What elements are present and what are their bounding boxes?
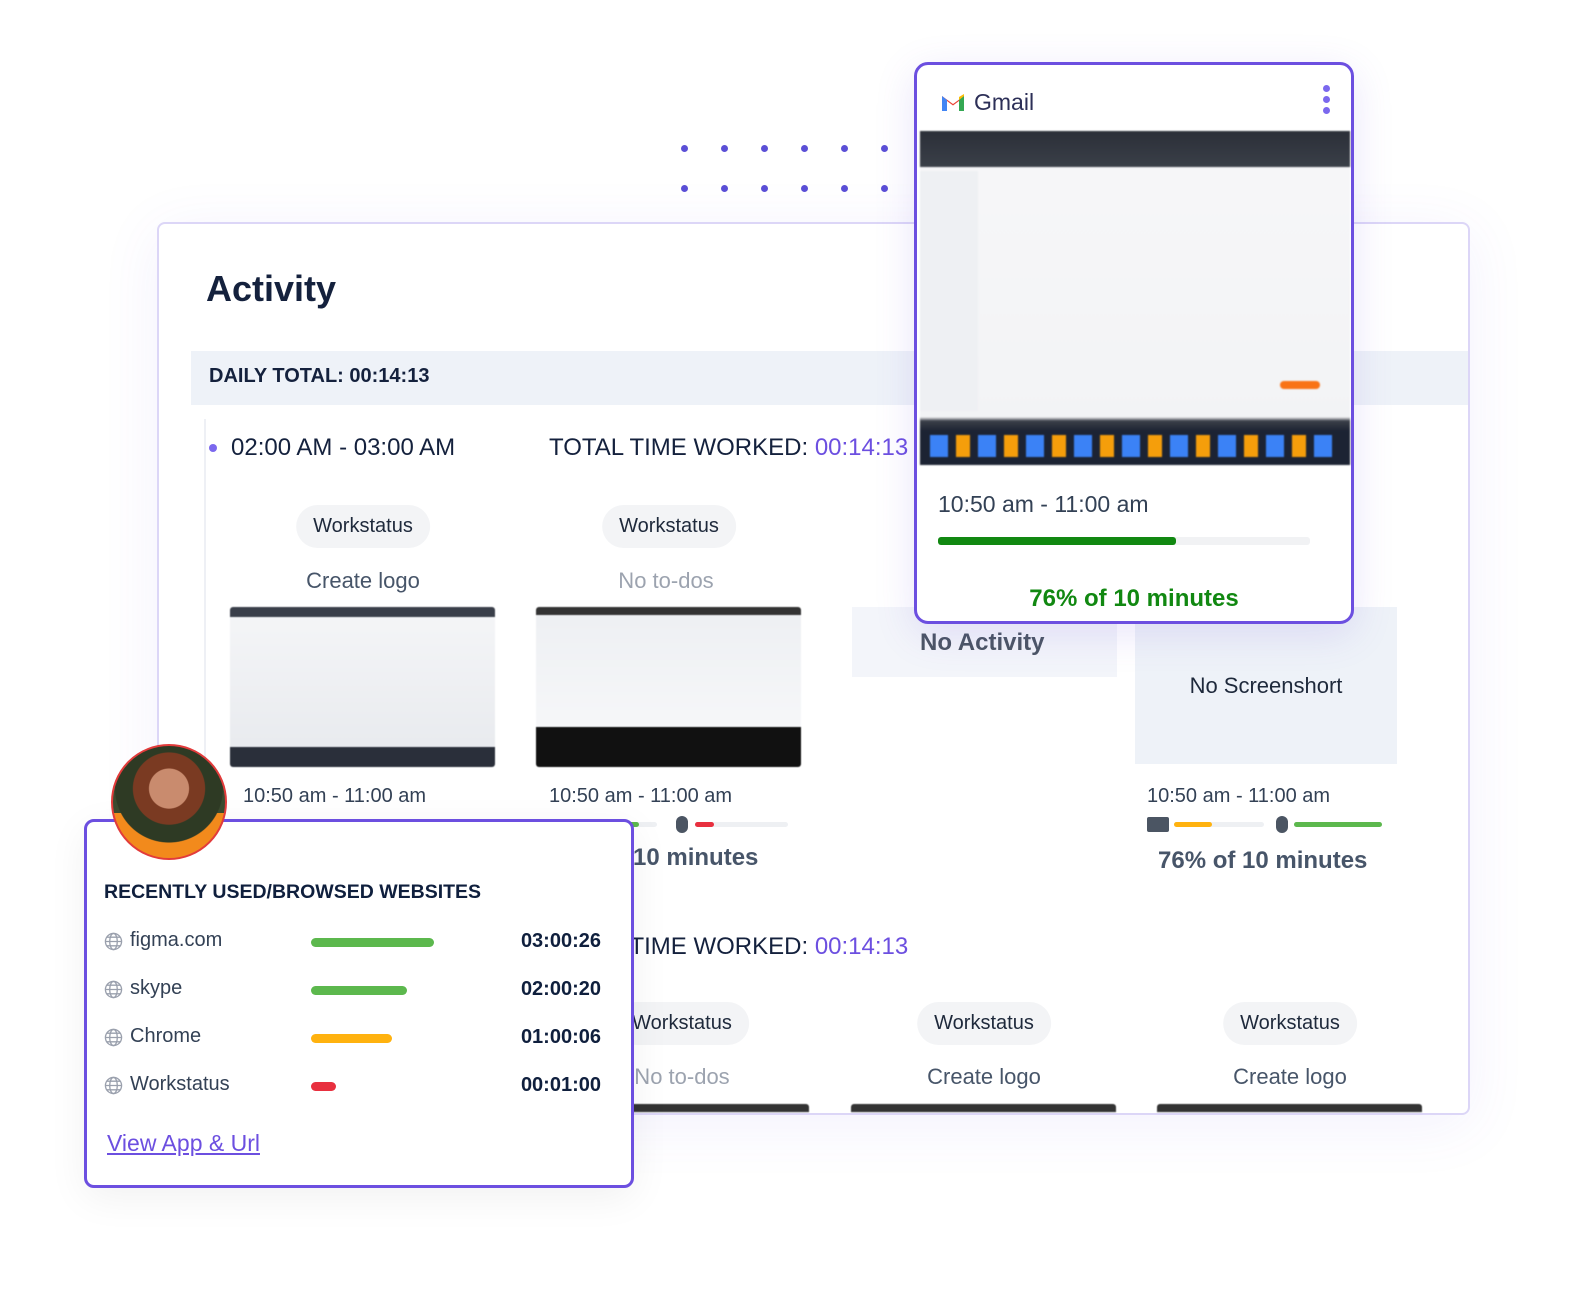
project-tag[interactable]: Workstatus: [1223, 1002, 1357, 1045]
website-time: 01:00:06: [520, 1026, 601, 1048]
no-screenshot-label: No Screenshort: [1189, 672, 1343, 698]
usage-bar: [311, 1034, 392, 1043]
project-tag[interactable]: Workstatus: [602, 505, 736, 548]
slot-range: 02:00 AM - 03:00 AM: [231, 434, 456, 461]
globe-icon: [104, 980, 123, 999]
popup-time: 10:50 am - 11:00 am: [938, 491, 1149, 517]
mouse-icon: [1276, 816, 1288, 833]
mouse-activity-bar: [1294, 822, 1382, 827]
total-value: 00:14:13: [814, 933, 909, 960]
project-tag[interactable]: Workstatus: [917, 1002, 1051, 1045]
decor-dot: [681, 145, 688, 152]
website-name[interactable]: figma.com: [130, 929, 222, 952]
card-time: 10:50 am - 11:00 am: [1147, 785, 1331, 807]
page-title: Activity: [206, 268, 337, 309]
gmail-icon: [942, 94, 964, 111]
screenshot-thumbnail[interactable]: [1157, 1104, 1422, 1113]
decor-dot: [881, 185, 888, 192]
website-time: 00:01:00: [520, 1074, 601, 1096]
usage-bar: [311, 938, 434, 947]
globe-icon: [104, 1076, 123, 1095]
usage-bar: [311, 1082, 336, 1091]
decor-dot: [761, 185, 768, 192]
project-tag[interactable]: Workstatus: [296, 505, 430, 548]
website-time: 02:00:20: [520, 978, 601, 1000]
keyboard-activity-bar: [1174, 822, 1264, 827]
slot-total: TOTAL TIME WORKED: 00:14:13: [549, 434, 908, 462]
timeline-dot: [209, 444, 217, 452]
card-time: 10:50 am - 11:00 am: [243, 785, 427, 807]
decor-dot: [721, 185, 728, 192]
screenshot-thumbnail[interactable]: [851, 1104, 1116, 1113]
usage-bar: [311, 986, 407, 995]
decor-dot: [841, 185, 848, 192]
website-name[interactable]: skype: [130, 977, 182, 1000]
screenshot-thumbnail[interactable]: [230, 607, 495, 767]
globe-icon: [104, 1028, 123, 1047]
todo-label: Create logo: [306, 568, 420, 593]
website-name[interactable]: Workstatus: [130, 1073, 230, 1096]
screenshot-preview[interactable]: [920, 131, 1350, 465]
decor-dot: [801, 185, 808, 192]
app-name: Gmail: [974, 89, 1035, 115]
todo-label: Create logo: [1233, 1064, 1347, 1089]
todo-label: No to-dos: [618, 568, 714, 593]
total-label: TOTAL TIME WORKED:: [549, 434, 809, 461]
decor-dot: [721, 145, 728, 152]
website-name[interactable]: Chrome: [130, 1025, 201, 1048]
decor-dot: [801, 145, 808, 152]
mouse-activity-bar: [695, 822, 788, 827]
keyboard-icon: [1147, 817, 1169, 832]
view-app-url-link[interactable]: View App & Url: [107, 1130, 260, 1157]
activity-progress-bar: [938, 537, 1310, 545]
todo-label: No to-dos: [634, 1064, 730, 1089]
no-activity-label: No Activity: [920, 629, 1045, 656]
recent-websites-panel: RECENTLY USED/BROWSED WEBSITES figma.com…: [84, 819, 634, 1188]
screenshot-thumbnail[interactable]: [536, 607, 801, 767]
decor-dot: [681, 185, 688, 192]
avatar: [111, 744, 227, 860]
decor-dot: [841, 145, 848, 152]
card-time: 10:50 am - 11:00 am: [549, 785, 733, 807]
decor-dot: [761, 145, 768, 152]
activity-percent: 76% of 10 minutes: [1158, 847, 1368, 874]
mouse-icon: [676, 816, 688, 833]
website-time: 03:00:26: [520, 930, 601, 952]
todo-label: Create logo: [927, 1064, 1041, 1089]
globe-icon: [104, 932, 123, 951]
decor-dot: [881, 145, 888, 152]
no-screenshot-box: No Screenshort: [1135, 607, 1397, 764]
total-value: 00:14:13: [814, 434, 909, 461]
popup-percent: 76% of 10 minutes: [1029, 585, 1239, 612]
gmail-screenshot-popup: Gmail 10:50 am - 11:00 am 76% of 10 minu…: [914, 62, 1354, 624]
websites-heading: RECENTLY USED/BROWSED WEBSITES: [104, 881, 482, 903]
project-tag[interactable]: Workstatus: [615, 1002, 749, 1045]
more-options-icon[interactable]: [1323, 85, 1331, 114]
